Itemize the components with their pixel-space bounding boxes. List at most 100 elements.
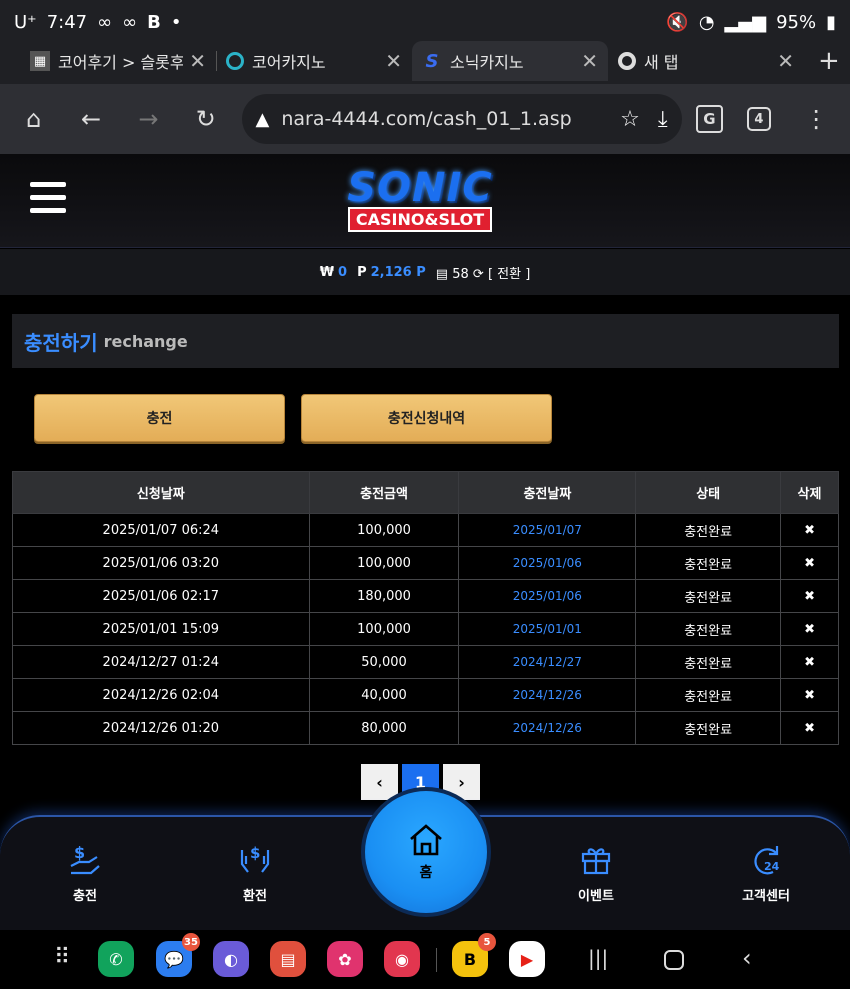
close-tab-icon[interactable]: ✕ — [777, 49, 794, 73]
prev-page-button[interactable]: ‹ — [361, 764, 398, 800]
translate-icon[interactable]: G — [695, 105, 724, 133]
hamburger-menu-icon[interactable] — [30, 182, 66, 216]
home-icon[interactable]: ⌂ — [12, 97, 55, 141]
tab-sonic-casino[interactable]: S 소닉카지노 ✕ — [412, 41, 608, 81]
house-icon — [410, 824, 442, 856]
nav-home-label: 홈 — [419, 865, 433, 881]
close-tab-icon[interactable]: ✕ — [581, 49, 598, 73]
b-app-icon[interactable]: B5 — [452, 933, 496, 977]
exchange-hands-icon: $ — [205, 841, 305, 877]
charge-date: 2025/01/06 — [458, 579, 637, 613]
internet-app-icon[interactable]: ◐ — [213, 941, 249, 977]
tab-title: 소닉카지노 — [450, 53, 524, 72]
convert-button[interactable]: [ 전환 ] — [488, 267, 530, 282]
tab-core-casino[interactable]: 코어카지노 ✕ — [216, 41, 412, 81]
nav-home-button[interactable]: 홈 — [361, 787, 491, 917]
request-date: 2024/12/27 01:24 — [12, 645, 310, 679]
amount: 100,000 — [308, 546, 460, 580]
charge-date: 2025/01/06 — [458, 546, 637, 580]
amount: 50,000 — [308, 645, 460, 679]
home-circle-icon[interactable] — [664, 950, 684, 970]
request-date: 2025/01/06 02:17 — [12, 579, 310, 613]
charge-date: 2025/01/07 — [458, 513, 637, 547]
section-title-ko: 충전하기 — [24, 330, 98, 355]
close-tab-icon[interactable]: ✕ — [189, 49, 206, 73]
delete-icon[interactable]: ✖ — [780, 546, 839, 580]
clock: 7:47 — [46, 11, 88, 33]
tab-title: 코어후기 > 슬롯후 — [58, 53, 184, 72]
close-tab-icon[interactable]: ✕ — [385, 49, 402, 73]
nav-exchange[interactable]: $ 환전 — [205, 841, 305, 904]
won-balance: 0 — [338, 264, 348, 280]
slot-favicon-icon: ▦ — [30, 51, 50, 71]
delete-icon[interactable]: ✖ — [780, 711, 839, 745]
logo-casino-text: CASINO&SLOT — [347, 207, 493, 232]
b-app-badge: 5 — [478, 933, 496, 951]
star-icon[interactable]: ☆ — [620, 107, 640, 132]
logo-sonic-text: SONIC — [347, 165, 493, 211]
camera-app-icon[interactable]: ◉ — [384, 941, 420, 977]
header-charge-date: 충전날짜 — [458, 471, 637, 514]
won-icon: ₩ — [319, 264, 335, 280]
header-request-date: 신청날짜 — [12, 471, 310, 514]
table-row: 2024/12/27 01:24 50,000 2024/12/27 충전완료 … — [12, 645, 839, 679]
nav-charge[interactable]: $ 충전 — [35, 841, 135, 904]
table-row: 2025/01/06 02:17 180,000 2025/01/06 충전완료… — [12, 579, 839, 613]
youtube-app-icon[interactable]: ▶ — [509, 941, 545, 977]
delete-icon[interactable]: ✖ — [780, 612, 839, 646]
delete-icon[interactable]: ✖ — [780, 513, 839, 547]
circle-favicon-icon — [226, 52, 244, 70]
recents-icon[interactable]: ||| — [588, 946, 608, 970]
infinity-icon: ∞ — [97, 11, 113, 33]
table-row: 2025/01/01 15:09 100,000 2025/01/01 충전완료… — [12, 612, 839, 646]
table-row: 2024/12/26 02:04 40,000 2024/12/26 충전완료 … — [12, 678, 839, 712]
phone-app-icon[interactable]: ✆ — [98, 941, 134, 977]
nav-event-label: 이벤트 — [578, 889, 614, 904]
refresh-icon[interactable]: ⟳ — [473, 267, 484, 282]
request-date: 2025/01/01 15:09 — [12, 612, 310, 646]
charge-button[interactable]: 충전 — [34, 394, 285, 442]
app-drawer-icon[interactable]: ⠿ — [54, 945, 70, 970]
tab-core-review[interactable]: ▦ 코어후기 > 슬롯후 ✕ — [20, 41, 217, 81]
delete-icon[interactable]: ✖ — [780, 579, 839, 613]
charge-date: 2024/12/26 — [458, 678, 637, 712]
charge-date: 2025/01/01 — [458, 612, 637, 646]
nav-event[interactable]: 이벤트 — [546, 841, 646, 904]
delete-icon[interactable]: ✖ — [780, 645, 839, 679]
nav-support[interactable]: 24 고객센터 — [716, 841, 816, 904]
reload-icon[interactable]: ↻ — [184, 97, 227, 141]
download-icon[interactable]: ⤓ — [658, 107, 668, 132]
more-menu-icon[interactable]: ⋮ — [795, 97, 838, 141]
browser-toolbar: ⌂ ← → ↻ ▲ nara-4444.com/cash_01_1.asp ☆ … — [0, 84, 850, 154]
tab-title: 새 탭 — [644, 53, 679, 72]
header-status: 상태 — [635, 471, 782, 514]
forward-arrow-icon[interactable]: → — [127, 97, 170, 141]
table-row: 2025/01/07 06:24 100,000 2025/01/07 충전완료… — [12, 513, 839, 547]
point-balance: 2,126 P — [370, 264, 426, 280]
amount: 80,000 — [308, 711, 460, 745]
delete-icon[interactable]: ✖ — [780, 678, 839, 712]
chrome-favicon-icon — [618, 52, 636, 70]
new-tab-plus-icon[interactable]: + — [818, 46, 840, 76]
tab-strip: ▦ 코어후기 > 슬롯후 ✕ 코어카지노 ✕ S 소닉카지노 ✕ 새 탭 ✕ + — [0, 38, 850, 84]
back-chevron-icon[interactable]: ‹ — [742, 944, 752, 972]
coupon-count: 58 — [452, 266, 469, 282]
notes-app-icon[interactable]: ▤ — [270, 941, 306, 977]
table-header-row: 신청날짜 충전금액 충전날짜 상태 삭제 — [12, 471, 839, 514]
b-app-icon: B — [147, 11, 161, 33]
tab-title: 코어카지노 — [252, 53, 326, 72]
charge-date: 2024/12/26 — [458, 711, 637, 745]
back-arrow-icon[interactable]: ← — [69, 97, 112, 141]
sonic-favicon-icon: S — [425, 50, 439, 72]
svg-text:$: $ — [74, 843, 85, 862]
charge-history-button[interactable]: 충전신청내역 — [301, 394, 552, 442]
address-bar[interactable]: ▲ nara-4444.com/cash_01_1.asp ☆ ⤓ — [241, 94, 682, 144]
nav-exchange-label: 환전 — [243, 889, 267, 904]
tab-new[interactable]: 새 탭 ✕ — [608, 41, 804, 81]
gallery-app-icon[interactable]: ✿ — [327, 941, 363, 977]
site-logo[interactable]: SONIC CASINO&SLOT — [320, 166, 520, 238]
messages-app-icon[interactable]: 💬 35 — [156, 933, 200, 977]
request-date: 2024/12/26 01:20 — [12, 711, 310, 745]
messages-badge: 35 — [182, 933, 200, 951]
tab-switcher-button[interactable]: 4 — [737, 97, 780, 141]
